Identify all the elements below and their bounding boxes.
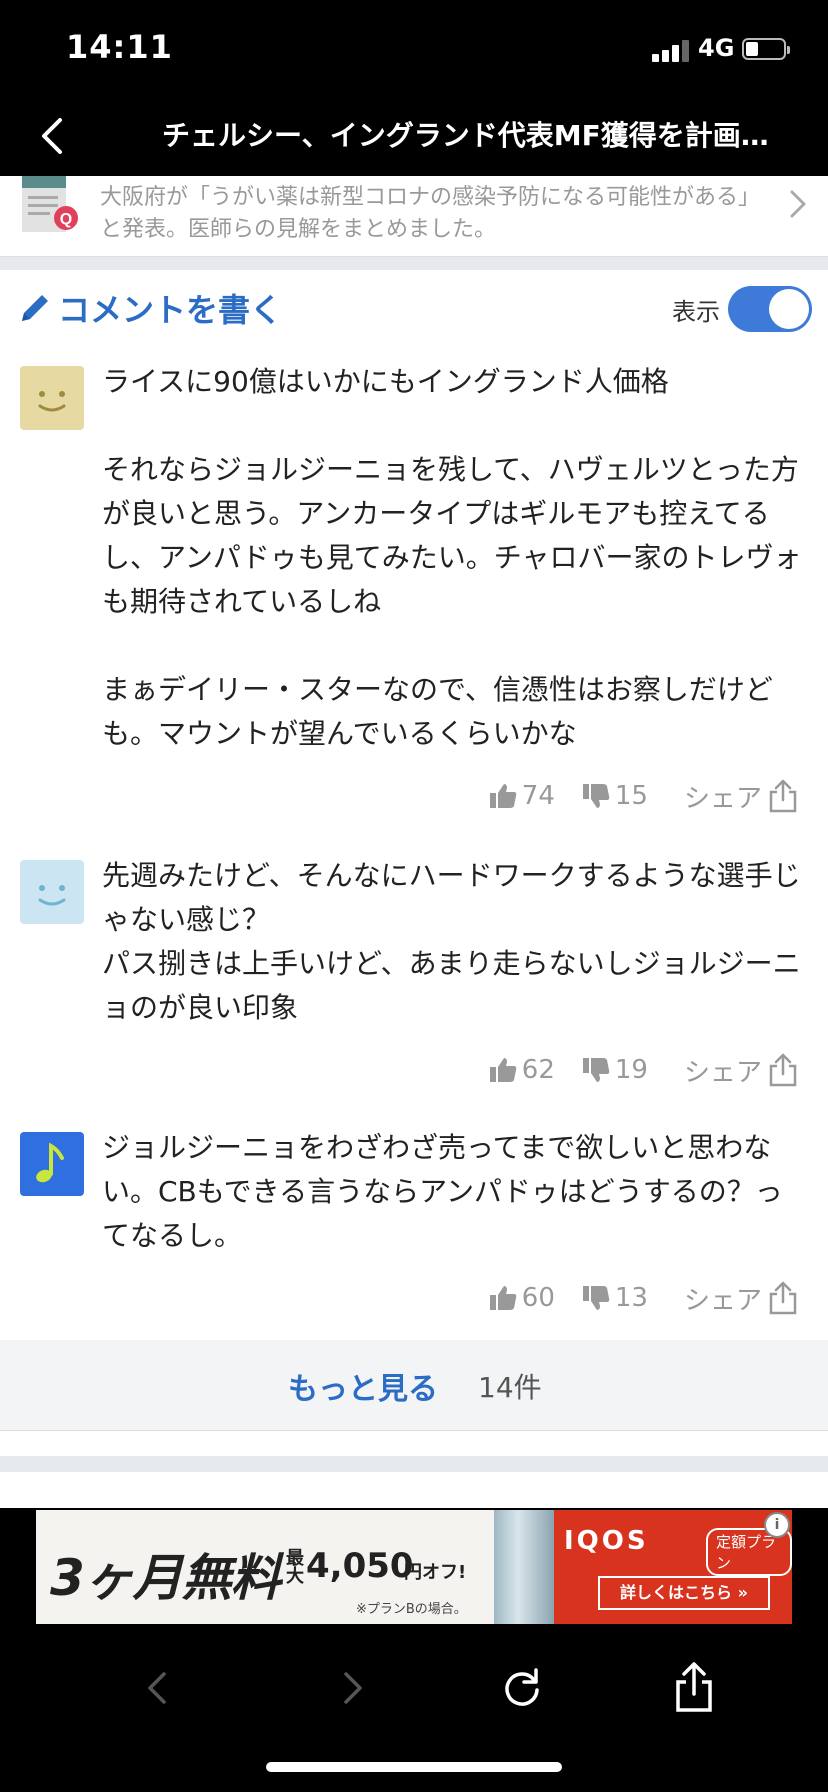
like-count: 60 <box>521 1283 555 1313</box>
dislike-count: 15 <box>614 781 648 811</box>
thumbs-up-icon <box>489 784 517 808</box>
device-image <box>494 1510 554 1624</box>
status-time: 14:11 <box>66 28 173 66</box>
like-button[interactable]: 62 <box>488 1055 555 1085</box>
ad-note: ※プランBの場合。 <box>356 1602 467 1617</box>
more-comments-link[interactable]: もっと見る <box>288 1364 438 1408</box>
comment-actions: 74 15 シェア <box>462 776 802 816</box>
thumbs-up-icon <box>489 1058 517 1082</box>
thumbs-up-icon <box>489 1286 517 1310</box>
dislike-count: 13 <box>614 1283 648 1313</box>
section-divider <box>0 1456 828 1472</box>
svg-text:Q: Q <box>60 211 72 228</box>
thumbs-down-icon <box>582 784 610 808</box>
smiley-icon <box>20 366 84 430</box>
reload-icon[interactable] <box>492 1658 552 1718</box>
ad-info-icon[interactable]: i <box>764 1512 790 1538</box>
battery-icon <box>742 38 790 60</box>
dislike-button[interactable]: 15 <box>581 781 648 811</box>
more-comments-bar[interactable]: もっと見る 14件 <box>0 1340 828 1431</box>
share-button[interactable]: シェア <box>674 778 802 815</box>
forward-arrow-icon[interactable] <box>322 1658 382 1718</box>
share-button[interactable]: シェア <box>674 1280 802 1317</box>
section-divider <box>0 256 828 271</box>
dislike-button[interactable]: 13 <box>581 1283 648 1313</box>
pencil-icon <box>22 295 48 321</box>
comment-text: 先週みたけど、そんなにハードワークするような選手じゃない感じ？ パス捌きは上手い… <box>102 859 801 1024</box>
thumbs-down-icon <box>582 1058 610 1082</box>
comment-item: 先週みたけど、そんなにハードワークするような選手じゃない感じ？ パス捌きは上手い… <box>0 840 828 1113</box>
display-toggle-label: 表示 <box>672 298 720 326</box>
next-section-heading-cutoff <box>0 1472 828 1510</box>
comment-item: ライスに90億はいかにもイングランド人価格 それならジョルジーニョを残して、ハヴ… <box>0 346 828 841</box>
back-chevron-icon[interactable] <box>32 112 76 160</box>
share-label: シェア <box>683 783 762 814</box>
home-indicator[interactable] <box>266 1762 562 1772</box>
share-icon <box>769 1281 797 1315</box>
share-label: シェア <box>683 1285 762 1316</box>
ad-max-label: 最大 <box>286 1548 304 1587</box>
ad-area: 3ヶ月無料 最大 4,050 円オフ! ※プランBの場合。 IQOS 定額プラン… <box>0 1508 828 1628</box>
dislike-count: 19 <box>614 1055 648 1085</box>
share-icon <box>769 1053 797 1087</box>
share-button[interactable]: シェア <box>674 1052 802 1089</box>
related-article[interactable]: Q 大阪府が「うがい薬は新型コロナの感染予防になる可能性がある」と発表。医師らの… <box>0 176 828 256</box>
comment-header: コメントを書く 表示 <box>0 270 828 347</box>
more-comments-count: 14件 <box>478 1371 542 1404</box>
ad-cta-button[interactable]: 詳しくはこちら » <box>598 1576 770 1610</box>
chevron-right-icon <box>786 186 810 222</box>
display-toggle[interactable] <box>728 286 812 332</box>
share-icon[interactable] <box>664 1658 724 1718</box>
music-note-icon <box>20 1132 84 1196</box>
ad-price: 4,050 <box>306 1546 414 1586</box>
like-button[interactable]: 60 <box>488 1283 555 1313</box>
ad-brand: IQOS <box>564 1526 649 1556</box>
write-comment-button[interactable]: コメントを書く <box>18 286 282 330</box>
nav-bar: チェルシー、イングランド代表MF獲得を計画。… <box>0 96 828 176</box>
comment-actions: 62 19 シェア <box>462 1050 802 1090</box>
page-title: チェルシー、イングランド代表MF獲得を計画。… <box>162 119 792 152</box>
write-comment-label: コメントを書く <box>58 291 283 329</box>
like-button[interactable]: 74 <box>488 781 555 811</box>
ad-price-suffix: 円オフ! <box>404 1562 467 1583</box>
comment-actions: 60 13 シェア <box>462 1278 802 1318</box>
comment-item: ジョルジーニョをわざわざ売ってまで欲しいと思わない。CBもできる言うならアンパド… <box>0 1112 828 1341</box>
thumbs-down-icon <box>582 1286 610 1310</box>
share-icon <box>769 779 797 813</box>
signal-strength-icon <box>652 38 696 62</box>
smiley-icon <box>20 860 84 924</box>
ad-banner[interactable]: 3ヶ月無料 最大 4,050 円オフ! ※プランBの場合。 IQOS 定額プラン… <box>36 1510 792 1624</box>
comment-text: ライスに90億はいかにもイングランド人価格 それならジョルジーニョを残して、ハヴ… <box>102 365 802 750</box>
like-count: 74 <box>521 781 555 811</box>
article-q-icon: Q <box>22 176 78 232</box>
status-bar: 14:11 4G <box>0 0 828 96</box>
dislike-button[interactable]: 19 <box>581 1055 648 1085</box>
network-type: 4G <box>698 34 735 62</box>
share-label: シェア <box>683 1057 762 1088</box>
back-arrow-icon[interactable] <box>128 1658 188 1718</box>
like-count: 62 <box>521 1055 555 1085</box>
comment-text: ジョルジーニョをわざわざ売ってまで欲しいと思わない。CBもできる言うならアンパド… <box>102 1131 783 1252</box>
related-article-text: 大阪府が「うがい薬は新型コロナの感染予防になる可能性がある」と発表。医師らの見解… <box>100 185 761 242</box>
ad-headline: 3ヶ月無料 <box>50 1549 281 1607</box>
